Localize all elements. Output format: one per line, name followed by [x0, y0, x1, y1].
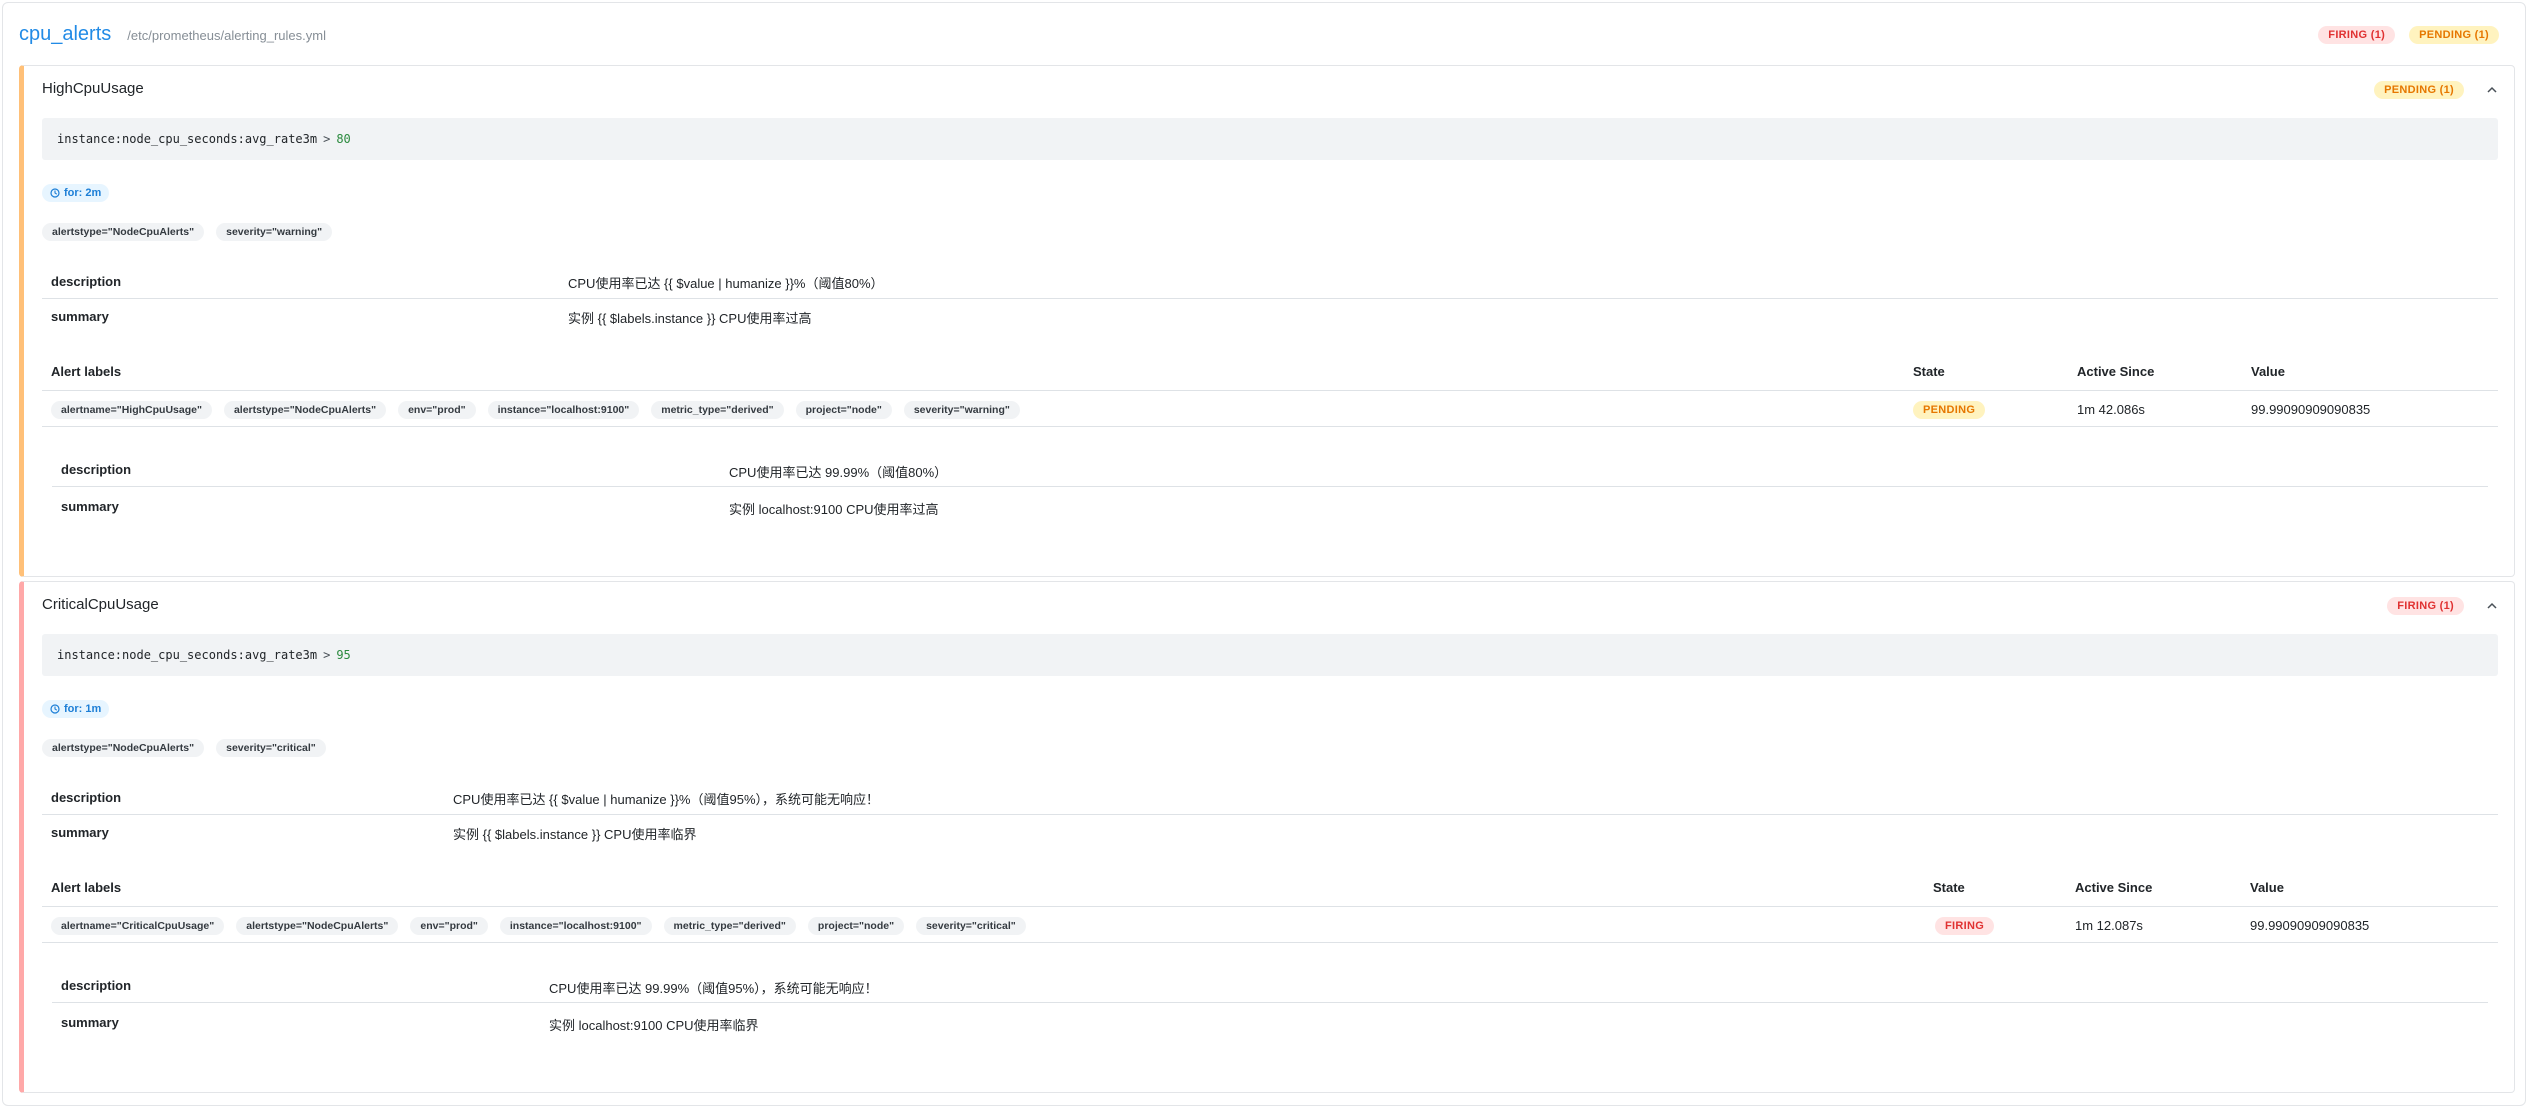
rule-card-critical-cpu-usage: CriticalCpuUsage FIRING (1) instance:nod…	[19, 581, 2515, 1093]
label-pill: env="prod"	[410, 917, 488, 935]
label-pill: project="node"	[795, 401, 892, 419]
label-pill: instance="localhost:9100"	[499, 917, 652, 935]
alert-state-badge: PENDING	[1913, 401, 1986, 419]
alert-labels-header: Alert labels	[51, 880, 122, 895]
for-duration-badge: for: 2m	[42, 184, 110, 202]
firing-count-badge[interactable]: FIRING (1)	[2318, 26, 2396, 44]
label-pill: severity="warning"	[216, 223, 333, 241]
group-file-path: /etc/prometheus/alerting_rules.yml	[127, 28, 326, 43]
expr-operator: >	[323, 648, 331, 662]
rule-state-badge: FIRING (1)	[2387, 597, 2464, 615]
annotation-key: description	[51, 789, 122, 805]
alert-annotation-value: 实例 localhost:9100 CPU使用率临界	[549, 1018, 759, 1033]
rule-group-panel: cpu_alerts /etc/prometheus/alerting_rule…	[2, 2, 2526, 1106]
for-duration-badge: for: 1m	[42, 700, 110, 718]
label-pill: metric_type="derived"	[651, 401, 784, 419]
label-pill: severity="critical"	[916, 917, 1026, 935]
annotation-description: description	[51, 780, 121, 814]
rule-labels: alertstype="NodeCpuAlerts" severity="cri…	[42, 739, 326, 757]
clock-icon	[50, 704, 60, 714]
active-since-header: Active Since	[2077, 364, 2155, 379]
group-badges: FIRING (1) PENDING (1)	[2318, 26, 2499, 44]
label-pill: alertname="CriticalCpuUsage"	[51, 917, 225, 935]
rule-labels: alertstype="NodeCpuAlerts" severity="war…	[42, 223, 333, 241]
label-pill: alertstype="NodeCpuAlerts"	[236, 917, 399, 935]
value-header: Value	[2251, 364, 2285, 379]
annotation-value: CPU使用率已达 {{ $value | humanize }}%（阈值80%）	[568, 276, 884, 291]
alert-active-since: 1m 12.087s	[2075, 918, 2143, 933]
annotation-key: summary	[51, 824, 109, 840]
alert-annotation-value: CPU使用率已达 99.99%（阈值80%）	[729, 465, 948, 480]
expr-threshold: 80	[336, 132, 351, 146]
alert-value: 99.99090909090835	[2251, 402, 2371, 417]
annotation-key: summary	[51, 308, 109, 324]
annotation-key: description	[51, 273, 122, 289]
alert-labels-header: Alert labels	[51, 364, 122, 379]
alert-annotation-value: 实例 localhost:9100 CPU使用率过高	[729, 502, 939, 517]
alert-active-since: 1m 42.086s	[2077, 402, 2145, 417]
label-pill: metric_type="derived"	[663, 917, 796, 935]
alert-annotation-key: summary	[61, 499, 119, 514]
alert-row-labels: alertname="CriticalCpuUsage" alertstype=…	[51, 917, 1026, 935]
page: cpu_alerts /etc/prometheus/alerting_rule…	[0, 0, 2528, 1110]
chevron-up-icon[interactable]	[2486, 600, 2498, 612]
expr-metric: instance:node_cpu_seconds:avg_rate3m	[57, 132, 318, 146]
rule-expression: instance:node_cpu_seconds:avg_rate3m > 8…	[42, 118, 2498, 160]
expr-threshold: 95	[336, 648, 351, 662]
expr-operator: >	[323, 132, 331, 146]
divider	[42, 426, 2498, 427]
alert-row-labels: alertname="HighCpuUsage" alertstype="Nod…	[51, 401, 1020, 419]
clock-icon	[50, 188, 60, 198]
alert-annotation-key: description	[61, 462, 132, 477]
annotation-summary: summary	[51, 299, 109, 333]
divider	[42, 298, 2498, 299]
divider	[42, 390, 2498, 391]
label-pill: instance="localhost:9100"	[487, 401, 640, 419]
state-header: State	[1913, 364, 1945, 379]
rule-expression: instance:node_cpu_seconds:avg_rate3m > 9…	[42, 634, 2498, 676]
annotation-description: description	[51, 264, 121, 298]
label-pill: alertname="HighCpuUsage"	[51, 401, 212, 419]
alert-annotation-key: description	[61, 978, 132, 993]
divider	[42, 906, 2498, 907]
alert-annotation-key: summary	[61, 1015, 119, 1030]
label-pill: severity="warning"	[903, 401, 1020, 419]
expr-metric: instance:node_cpu_seconds:avg_rate3m	[57, 648, 318, 662]
divider	[52, 486, 2488, 487]
for-duration-label: for: 2m	[64, 187, 102, 199]
rule-state-badge: PENDING (1)	[2374, 81, 2464, 99]
state-header: State	[1933, 880, 1965, 895]
value-header: Value	[2250, 880, 2284, 895]
active-since-header: Active Since	[2075, 880, 2153, 895]
chevron-up-icon[interactable]	[2486, 84, 2498, 96]
label-pill: alertstype="NodeCpuAlerts"	[223, 401, 387, 419]
alert-state-badge: FIRING	[1935, 917, 1995, 935]
for-duration-label: for: 1m	[64, 703, 102, 715]
alert-annotation-value: CPU使用率已达 99.99%（阈值95%），系统可能无响应！	[549, 981, 878, 996]
pending-count-badge[interactable]: PENDING (1)	[2409, 26, 2499, 44]
annotation-value: 实例 {{ $labels.instance }} CPU使用率过高	[568, 311, 812, 326]
divider	[42, 942, 2498, 943]
divider	[52, 1002, 2488, 1003]
group-header: cpu_alerts /etc/prometheus/alerting_rule…	[19, 23, 326, 53]
label-pill: project="node"	[807, 917, 905, 935]
label-pill: env="prod"	[398, 401, 476, 419]
label-pill: severity="critical"	[216, 739, 326, 757]
rule-name[interactable]: HighCpuUsage	[42, 80, 144, 97]
annotation-summary: summary	[51, 815, 109, 849]
label-pill: alertstype="NodeCpuAlerts"	[42, 739, 205, 757]
annotation-value: CPU使用率已达 {{ $value | humanize }}%（阈值95%）…	[453, 792, 880, 807]
divider	[42, 814, 2498, 815]
group-name: cpu_alerts	[19, 23, 112, 45]
rule-card-high-cpu-usage: HighCpuUsage PENDING (1) instance:node_c…	[19, 65, 2515, 577]
rule-name[interactable]: CriticalCpuUsage	[42, 596, 159, 613]
label-pill: alertstype="NodeCpuAlerts"	[42, 223, 205, 241]
annotation-value: 实例 {{ $labels.instance }} CPU使用率临界	[453, 827, 697, 842]
alert-value: 99.99090909090835	[2250, 918, 2370, 933]
